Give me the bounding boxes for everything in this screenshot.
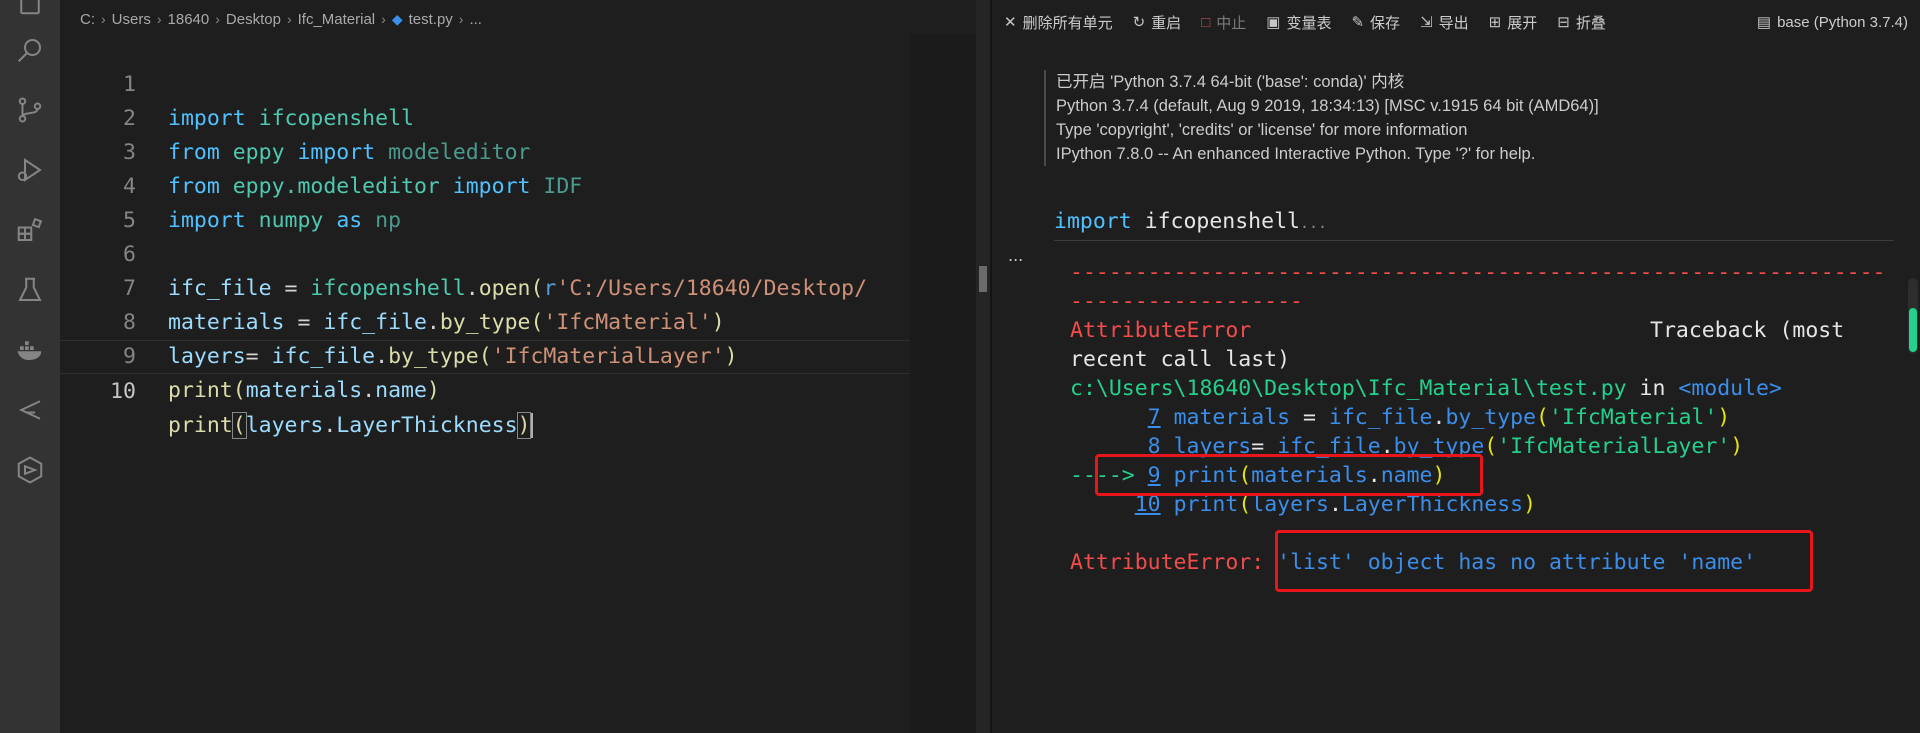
variables-icon: ▣	[1266, 14, 1281, 31]
cube-extension-icon[interactable]	[14, 454, 46, 486]
editor-scrollbar[interactable]	[976, 0, 990, 733]
code-line[interactable]: 5	[60, 170, 910, 233]
breadcrumb-item[interactable]: Ifc_Material	[298, 11, 376, 28]
collapse-button[interactable]: ⊟ 折叠	[1557, 12, 1606, 33]
python-interactive-window: ✕ 删除所有单元 ↻ 重启 □ 中止 ▣ 变量表 ✎ 保存 ⇲ 导出 ⊞ 展开 …	[992, 0, 1920, 733]
interrupt-button[interactable]: □ 中止	[1201, 12, 1246, 33]
breadcrumb-item[interactable]: ...	[469, 11, 482, 28]
output-line: ------------------	[1070, 289, 1303, 314]
close-icon: ✕	[1004, 14, 1017, 31]
testing-flask-icon[interactable]	[14, 274, 46, 306]
code-line[interactable]: 3 from eppy.modeleditor import IDF	[60, 102, 910, 199]
minimap[interactable]	[910, 34, 1036, 733]
highlight-box	[1275, 530, 1813, 592]
clear-all-cells-button[interactable]: ✕ 删除所有单元	[1004, 12, 1113, 33]
code-text: print(materials.name)	[168, 378, 440, 403]
cell-more-actions[interactable]: ...	[1008, 246, 1023, 265]
code-editor[interactable]: C: › Users › 18640 › Desktop › Ifc_Mater…	[60, 0, 1036, 733]
breadcrumb-item[interactable]: test.py	[409, 11, 453, 28]
kernel-info-line: Type 'copyright', 'credits' or 'license'…	[1056, 121, 1468, 139]
collapse-icon: ⊟	[1557, 14, 1570, 31]
breadcrumb-item[interactable]: C:	[80, 11, 95, 28]
extensions-icon[interactable]	[14, 214, 46, 246]
output-line: c:\Users\18640\Desktop\Ifc_Material\test…	[1070, 376, 1782, 401]
code-line[interactable]: 9 print(materials.name)	[60, 306, 910, 403]
breadcrumb-item[interactable]: Desktop	[226, 11, 281, 28]
line-number: 10	[110, 379, 136, 404]
scroll-thumb[interactable]	[1909, 308, 1917, 352]
code-line-current[interactable]: 10 print(layers.LayerThickness)	[60, 340, 910, 439]
kernel-info-line: Python 3.7.4 (default, Aug 9 2019, 18:34…	[1056, 97, 1599, 115]
expand-icon: ⊞	[1488, 14, 1502, 31]
code-line[interactable]: 7 materials = ifc_file.by_type('IfcMater…	[60, 238, 910, 335]
output-line: recent call last)	[1070, 347, 1291, 372]
source-control-icon[interactable]	[14, 94, 46, 126]
highlight-box	[1095, 454, 1483, 496]
code-module: ifcopenshell	[1144, 209, 1300, 234]
code-line[interactable]: 6 ifc_file = ifcopenshell.open(r'C:/User…	[60, 204, 910, 301]
interactive-toolbar: ✕ 删除所有单元 ↻ 重启 □ 中止 ▣ 变量表 ✎ 保存 ⇲ 导出 ⊞ 展开 …	[992, 0, 1920, 44]
traceback-line: 7 materials = ifc_file.by_type('IfcMater…	[1147, 405, 1731, 430]
kernel-info-line: 已开启 'Python 3.7.4 64-bit ('base': conda)…	[1056, 73, 1405, 91]
code-line[interactable]: 8 layers= ifc_file.by_type('IfcMaterialL…	[60, 272, 910, 369]
activity-bar	[0, 0, 60, 733]
chevron-right-icon: ›	[286, 11, 292, 27]
kernel-selector[interactable]: ▤ base (Python 3.7.4)	[1756, 13, 1908, 32]
output-scrollbar[interactable]	[1908, 278, 1918, 354]
output-line: AttributeError Traceback (most	[1070, 318, 1845, 343]
chevron-right-icon: ›	[101, 11, 106, 27]
code-line[interactable]: 4 import numpy as np	[60, 136, 910, 233]
explorer-icon[interactable]	[14, 0, 46, 18]
variables-button[interactable]: ▣ 变量表	[1266, 12, 1331, 33]
expand-button[interactable]: ⊞ 展开	[1489, 12, 1538, 33]
breadcrumb-item[interactable]: 18640	[168, 11, 210, 28]
kernel-info-line: IPython 7.8.0 -- An enhanced Interactive…	[1056, 145, 1536, 163]
python-file-icon: ◆	[391, 10, 403, 27]
save-icon: ✎	[1351, 14, 1365, 31]
breadcrumb: C: › Users › 18640 › Desktop › Ifc_Mater…	[80, 8, 482, 30]
breadcrumb-item[interactable]: Users	[112, 11, 151, 28]
code-area[interactable]: 1 import ifcopenshell 2 from eppy import…	[60, 34, 910, 439]
search-icon[interactable]	[14, 34, 46, 66]
chevron-right-icon: ›	[458, 11, 464, 27]
chevron-right-icon: ›	[381, 11, 386, 27]
docker-icon[interactable]	[14, 334, 46, 366]
save-button[interactable]: ✎ 保存	[1351, 12, 1400, 33]
live-share-icon[interactable]	[14, 394, 46, 426]
collapsed-code-ellipsis[interactable]: ...	[1300, 214, 1327, 232]
scroll-thumb[interactable]	[979, 266, 987, 292]
export-icon: ⇲	[1420, 14, 1433, 31]
chevron-right-icon: ›	[156, 11, 162, 27]
output-line: ----------------------------------------…	[1070, 260, 1886, 285]
stop-icon: □	[1201, 13, 1211, 31]
code-line[interactable]: 1 import ifcopenshell	[60, 34, 910, 131]
export-button[interactable]: ⇲ 导出	[1420, 12, 1469, 33]
code-keyword: import	[1054, 209, 1132, 234]
restart-icon: ↻	[1132, 14, 1146, 31]
run-debug-icon[interactable]	[14, 154, 46, 186]
code-line[interactable]: 2 from eppy import modeleditor	[60, 68, 910, 165]
kernel-info-banner: 已开启 'Python 3.7.4 64-bit ('base': conda)…	[1044, 70, 1599, 166]
input-cell[interactable]: import ifcopenshell...	[1054, 204, 1894, 241]
restart-button[interactable]: ↻ 重启	[1133, 12, 1182, 33]
chevron-right-icon: ›	[215, 11, 220, 27]
kernel-server-icon: ▤	[1756, 14, 1772, 31]
code-text: print(layers.LayerThickness)	[168, 409, 534, 443]
